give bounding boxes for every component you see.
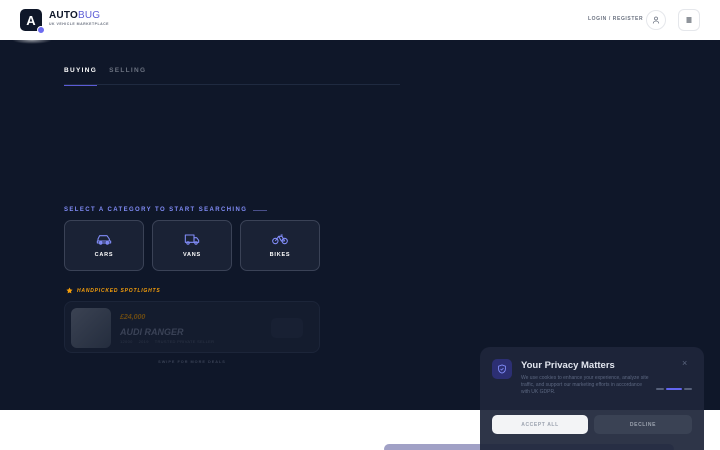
vehicle-meta: 12000 2019 TRUSTED PRIVATE SELLER bbox=[120, 339, 214, 344]
privacy-icon-box bbox=[492, 359, 512, 379]
vehicle-thumbnail bbox=[71, 308, 111, 348]
user-button[interactable] bbox=[646, 10, 666, 30]
category-card-bikes[interactable]: BIKES bbox=[240, 220, 320, 271]
decline-button[interactable]: DECLINE bbox=[594, 415, 692, 434]
star-icon bbox=[66, 287, 73, 294]
category-label: VANS bbox=[182, 252, 202, 258]
vehicle-model: AUDI RANGER bbox=[120, 327, 184, 337]
carousel-dots bbox=[656, 388, 692, 390]
close-icon[interactable]: × bbox=[682, 359, 687, 368]
privacy-title: Your Privacy Matters bbox=[521, 360, 615, 371]
brand[interactable]: AUTOBUG UK VEHICLE MARKETPLACE bbox=[49, 11, 109, 27]
header-glow bbox=[12, 36, 52, 44]
spotlights-heading: HANDPICKED SPOTLIGHTS bbox=[66, 287, 160, 294]
spotlight-view-button[interactable] bbox=[271, 318, 303, 338]
vehicle-price: £24,000 bbox=[120, 314, 146, 321]
category-heading: SELECT A CATEGORY TO START SEARCHING bbox=[64, 207, 268, 213]
brand-tagline: UK VEHICLE MARKETPLACE bbox=[49, 22, 110, 26]
vehicle-mileage: 12000 bbox=[120, 339, 133, 344]
login-register-link[interactable]: LOGIN / REGISTER bbox=[588, 16, 643, 22]
spotlight-card[interactable]: £24,000 AUDI RANGER 12000 2019 TRUSTED P… bbox=[64, 301, 320, 353]
carousel-dot[interactable] bbox=[684, 388, 692, 390]
user-icon bbox=[652, 16, 660, 24]
brand-accent: BUG bbox=[77, 10, 101, 21]
bicycle-icon bbox=[272, 234, 288, 245]
category-card-cars[interactable]: CARS bbox=[64, 220, 144, 271]
brand-name: AUTOBUG bbox=[49, 11, 109, 21]
shield-icon bbox=[498, 364, 506, 374]
category-heading-text: SELECT A CATEGORY TO START SEARCHING bbox=[64, 207, 248, 213]
privacy-modal: Your Privacy Matters We use cookies to e… bbox=[480, 347, 704, 450]
top-header: A AUTOBUG UK VEHICLE MARKETPLACE LOGIN /… bbox=[0, 0, 720, 40]
swipe-hint: SWIPE FOR MORE DEALS bbox=[158, 360, 226, 364]
logo-badge-dot bbox=[37, 26, 45, 34]
menu-button[interactable] bbox=[678, 9, 700, 31]
hamburger-menu-icon bbox=[686, 17, 692, 23]
category-label: BIKES bbox=[269, 252, 291, 258]
brand-main: AUTO bbox=[49, 10, 78, 21]
category-card-vans[interactable]: VANS bbox=[152, 220, 232, 271]
logo[interactable]: A bbox=[20, 9, 45, 34]
tabs-divider bbox=[64, 84, 400, 85]
spotlights-heading-text: HANDPICKED SPOTLIGHTS bbox=[77, 287, 161, 294]
carousel-dot-active[interactable] bbox=[666, 388, 682, 390]
privacy-body: We use cookies to enhance your experienc… bbox=[521, 375, 649, 396]
category-label: CARS bbox=[94, 252, 114, 258]
vehicle-year: 2019 bbox=[138, 339, 149, 344]
accept-all-button[interactable]: ACCEPT ALL bbox=[492, 415, 588, 434]
logo-letter: A bbox=[26, 12, 36, 28]
vehicle-seller: TRUSTED PRIVATE SELLER bbox=[154, 339, 215, 344]
heading-line bbox=[253, 209, 268, 211]
carousel-dot[interactable] bbox=[656, 388, 664, 390]
car-icon bbox=[96, 235, 112, 245]
van-icon bbox=[184, 234, 200, 245]
